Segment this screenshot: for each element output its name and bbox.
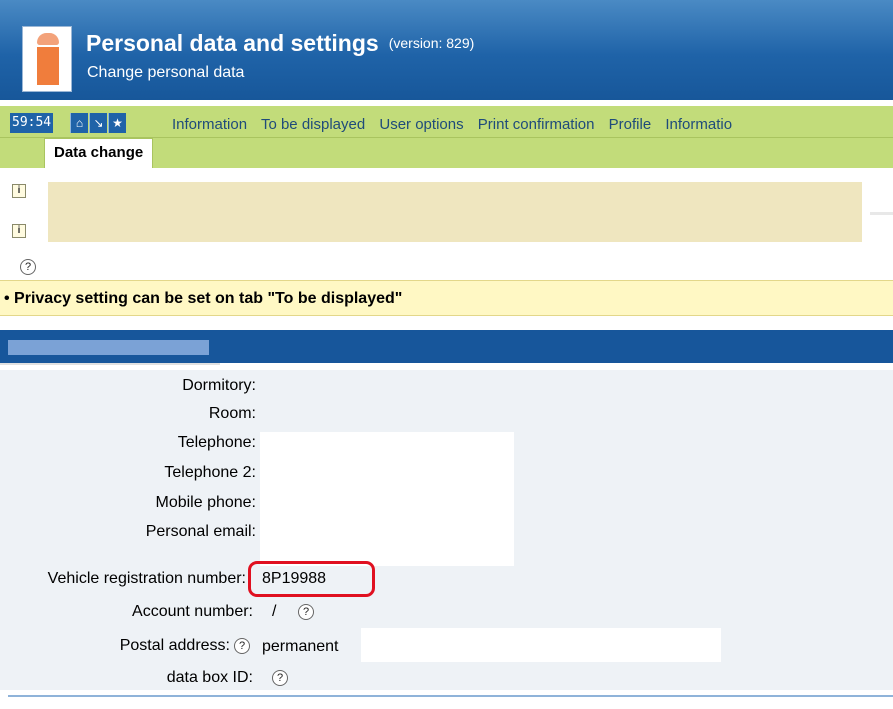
telephone-label: Telephone: <box>177 434 256 451</box>
help-icon[interactable]: ? <box>234 636 250 654</box>
star-icon[interactable]: ★ <box>108 113 126 133</box>
tab-bar: Data change <box>0 138 893 168</box>
app-header: Personal data and settings (version: 829)… <box>0 0 893 100</box>
account-number-label: Account number: <box>132 603 253 620</box>
main-menu: 59:54 ⌂ ↘ ★ Information To be displayed … <box>0 106 893 138</box>
personal-data-form: Dormitory: Room: Telephone: Telephone 2:… <box>0 370 893 690</box>
help-icon[interactable]: ? <box>272 668 288 686</box>
info-box <box>48 182 862 242</box>
menu-item-information[interactable]: Information <box>172 116 247 133</box>
mobile-phone-label: Mobile phone: <box>155 494 256 511</box>
divider <box>8 695 893 697</box>
tab-data-change[interactable]: Data change <box>44 138 154 168</box>
postal-address-field <box>361 628 721 662</box>
menu-item-informatio[interactable]: Informatio <box>665 116 732 133</box>
home-icon[interactable]: ⌂ <box>70 113 88 133</box>
room-label: Room: <box>208 405 256 422</box>
privacy-notice: • Privacy setting can be set on tab "To … <box>0 280 893 316</box>
info-area: i i <box>0 176 893 252</box>
help-icon[interactable]: ? <box>20 258 36 275</box>
page-subtitle: Change personal data <box>87 64 245 81</box>
account-number-value: / <box>272 603 277 620</box>
divider <box>870 212 893 215</box>
telephone-2-label: Telephone 2: <box>164 464 256 481</box>
contact-value-area <box>260 432 514 566</box>
menu-item-to-be-displayed[interactable]: To be displayed <box>261 116 365 133</box>
menu-item-user-options[interactable]: User options <box>379 116 463 133</box>
divider <box>0 363 220 365</box>
section-title-bar <box>8 340 209 355</box>
privacy-notice-text: • Privacy setting can be set on tab "To … <box>4 290 403 307</box>
page-title-text: Personal data and settings <box>86 30 379 56</box>
dormitory-label: Dormitory: <box>182 377 256 394</box>
info-icon: i <box>12 184 26 198</box>
arrow-down-icon[interactable]: ↘ <box>89 113 107 133</box>
menu-item-print-confirmation[interactable]: Print confirmation <box>478 116 595 133</box>
highlight-box <box>248 561 375 597</box>
postal-address-value: permanent <box>262 638 339 655</box>
logo-cap <box>37 33 59 45</box>
version-label: (version: 829) <box>388 35 475 51</box>
logo-body <box>37 47 59 85</box>
postal-address-label: Postal address: <box>119 637 230 654</box>
session-timer: 59:54 <box>10 113 54 133</box>
menu-item-profile[interactable]: Profile <box>609 116 652 133</box>
menu-items: Information To be displayed User options… <box>172 116 742 133</box>
app-logo <box>22 26 72 92</box>
personal-email-label: Personal email: <box>145 523 256 540</box>
info-icon: i <box>12 224 26 238</box>
data-box-id-label: data box ID: <box>166 669 253 686</box>
page-title: Personal data and settings (version: 829) <box>86 30 474 57</box>
vehicle-registration-label: Vehicle registration number: <box>47 570 246 587</box>
help-icon[interactable]: ? <box>298 602 314 620</box>
section-header <box>0 330 893 363</box>
